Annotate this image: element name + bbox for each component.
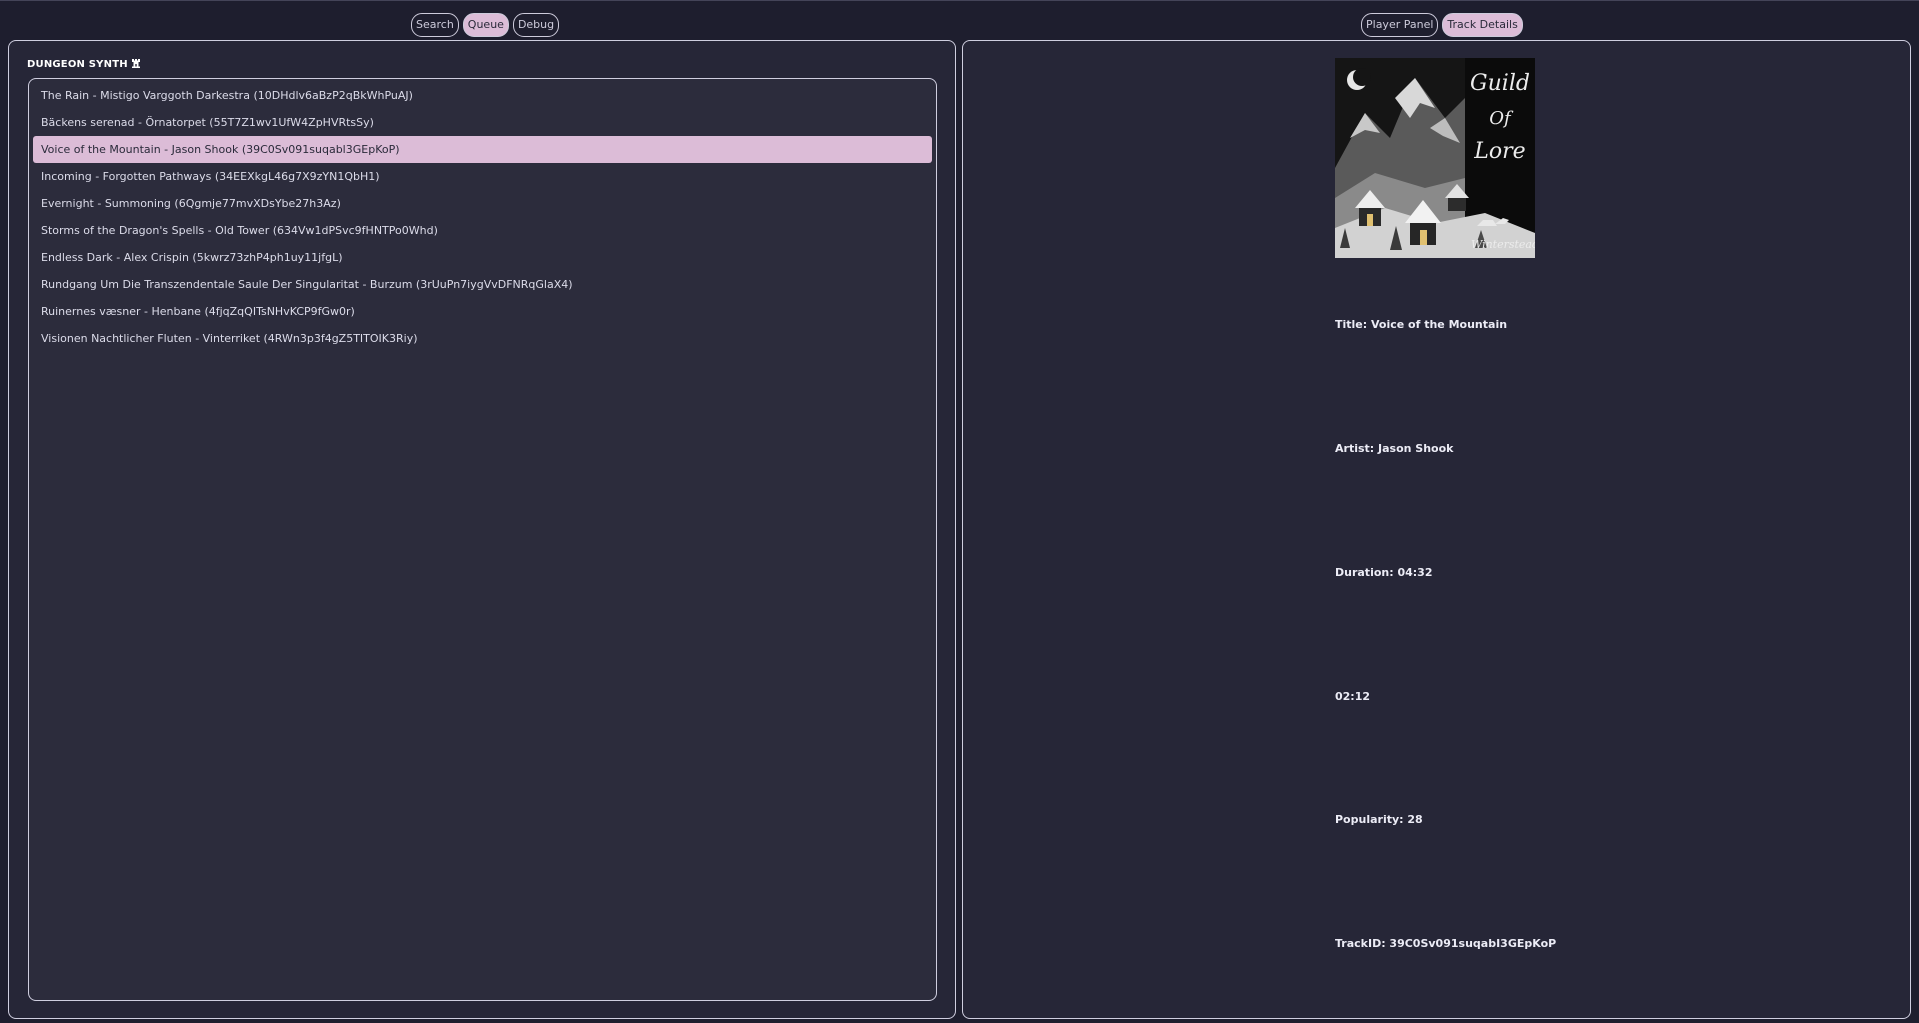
cover-text: Of xyxy=(1489,108,1514,129)
track-title: Title: Voice of the Mountain xyxy=(1335,318,1508,331)
right-tab-bar: Player Panel Track Details xyxy=(1361,13,1523,37)
queue-title: DUNGEON SYNTH xyxy=(27,59,140,70)
queue-item[interactable]: Ruinernes væsner - Henbane (4fjqZqQITsNH… xyxy=(33,298,932,325)
queue-item[interactable]: Bäckens serenad - Örnatorpet (55T7Z1wv1U… xyxy=(33,109,932,136)
track-duration: Duration: 04:32 xyxy=(1335,566,1433,579)
track-popularity: Popularity: 28 xyxy=(1335,813,1423,826)
queue-item-selected[interactable]: Voice of the Mountain - Jason Shook (39C… xyxy=(33,136,932,163)
tab-debug[interactable]: Debug xyxy=(512,13,560,37)
left-tab-bar: Search Queue Debug xyxy=(411,13,560,37)
queue-item[interactable]: The Rain - Mistigo Varggoth Darkestra (1… xyxy=(33,82,932,109)
cover-text: Guild xyxy=(1470,71,1530,96)
queue-panel: DUNGEON SYNTH The Rain - Mistigo Varggot… xyxy=(8,40,956,1019)
queue-item[interactable]: Visionen Nachtlicher Fluten - Vinterrike… xyxy=(33,325,932,352)
queue-item[interactable]: Evernight - Summoning (6Qgmje77mvXDsYbe2… xyxy=(33,190,932,217)
castle-icon xyxy=(131,59,140,68)
album-cover: Guild Of Lore Winterstead xyxy=(1335,58,1535,258)
queue-list[interactable]: The Rain - Mistigo Varggoth Darkestra (1… xyxy=(28,78,937,1001)
tab-track-details[interactable]: Track Details xyxy=(1442,13,1523,37)
queue-item[interactable]: Rundgang Um Die Transzendentale Saule De… xyxy=(33,271,932,298)
track-artist: Artist: Jason Shook xyxy=(1335,442,1454,455)
track-position: 02:12 xyxy=(1335,690,1371,703)
cover-text: Winterstead xyxy=(1471,238,1535,251)
track-id: TrackID: 39C0Sv091suqabI3GEpKoP xyxy=(1335,937,1557,950)
tab-search[interactable]: Search xyxy=(411,13,459,37)
queue-title-text: DUNGEON SYNTH xyxy=(27,59,128,70)
tab-queue[interactable]: Queue xyxy=(462,13,509,37)
queue-item[interactable]: Storms of the Dragon's Spells - Old Towe… xyxy=(33,217,932,244)
tab-player-panel[interactable]: Player Panel xyxy=(1361,13,1439,37)
app-window: Search Queue Debug Player Panel Track De… xyxy=(0,0,1919,1023)
cover-text: Lore xyxy=(1473,139,1525,164)
track-details: Guild Of Lore Winterstead Title: Voice o… xyxy=(1335,58,1556,950)
queue-item[interactable]: Endless Dark - Alex Crispin (5kwrz73zhP4… xyxy=(33,244,932,271)
queue-item[interactable]: Incoming - Forgotten Pathways (34EEXkgL4… xyxy=(33,163,932,190)
